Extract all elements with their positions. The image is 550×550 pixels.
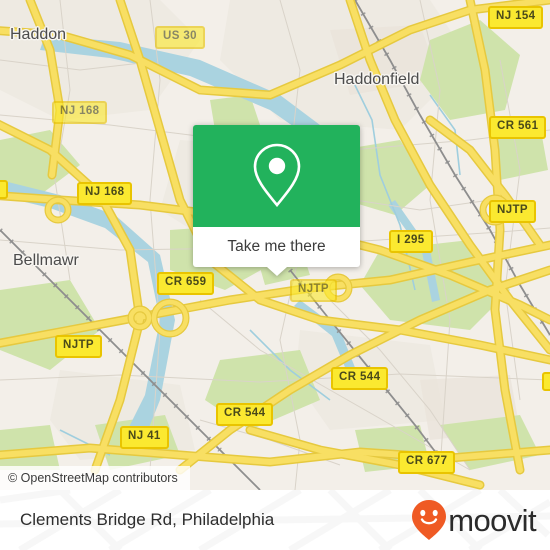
place-label: Haddon — [10, 26, 67, 43]
moovit-map-screen: Haddon Haddonfield Bellmawr US 30 NJ 154… — [0, 0, 550, 550]
route-shield-clipped-right — [542, 372, 550, 391]
moovit-wordmark: moovit — [448, 502, 536, 538]
map-pin-icon — [253, 143, 300, 208]
attribution-text: © OpenStreetMap contributors — [8, 471, 178, 485]
take-me-there-label: Take me there — [227, 238, 326, 255]
route-shield-clipped-left — [0, 180, 8, 199]
route-shield-nj-154: NJ 154 — [488, 6, 544, 29]
route-shield-us-30: US 30 — [155, 26, 205, 49]
popup-pointer — [266, 267, 287, 276]
route-shield-njtp: NJTP — [55, 335, 102, 358]
location-title: Clements Bridge Rd, Philadelphia — [20, 510, 275, 529]
place-label: Haddonfield — [334, 71, 420, 88]
route-shield-cr-544: CR 544 — [331, 367, 389, 390]
route-shield-nj-168: NJ 168 — [77, 182, 133, 205]
route-shield-cr-659: CR 659 — [157, 272, 215, 295]
route-shield-i-295: I 295 — [389, 230, 433, 253]
route-shield-nj-168: NJ 168 — [52, 101, 108, 124]
place-label: Bellmawr — [13, 252, 79, 269]
map-attribution[interactable]: © OpenStreetMap contributors — [0, 466, 190, 490]
moovit-smiley-pin-icon — [412, 500, 447, 540]
route-shield-njtp: NJTP — [489, 200, 536, 223]
footer-bar: Clements Bridge Rd, Philadelphia moovit — [0, 490, 550, 550]
map-canvas[interactable]: Haddon Haddonfield Bellmawr US 30 NJ 154… — [0, 0, 550, 490]
location-popup[interactable]: Take me there — [193, 125, 360, 276]
route-shield-cr-677: CR 677 — [398, 451, 456, 474]
moovit-logo[interactable]: moovit — [411, 500, 537, 540]
popup-action-bar[interactable]: Take me there — [193, 227, 360, 276]
route-shield-cr-561: CR 561 — [489, 116, 547, 139]
route-shield-nj-41: NJ 41 — [120, 426, 169, 449]
popup-image-area — [193, 125, 360, 227]
route-shield-cr-544: CR 544 — [216, 403, 274, 426]
route-shield-njtp: NJTP — [290, 279, 337, 302]
